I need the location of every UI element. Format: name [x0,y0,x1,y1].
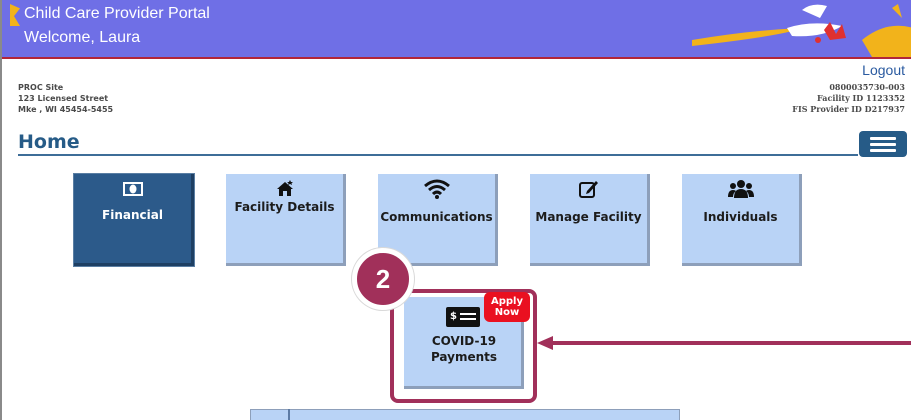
tile-manage-facility[interactable]: Manage Facility [530,174,650,266]
provider-ids: 0800035730-003 Facility ID 1123352 FIS P… [792,82,905,115]
provider-number: 0800035730-003 [829,82,905,92]
badge-line: Now [494,307,520,318]
bottom-panel [250,409,680,420]
apply-now-badge: Apply Now [484,292,530,322]
tile-financial[interactable]: Financial [74,174,194,266]
tile-label: COVID-19 Payments [404,333,524,365]
tile-label: Manage Facility [535,210,642,224]
step-number-badge: 2 [352,248,414,310]
users-icon [727,178,754,200]
banner-artwork [692,4,911,57]
title-divider [18,154,858,156]
tile-label-line: Payments [430,350,498,364]
page-title: Home [18,131,80,153]
provider-address: PROC Site 123 Licensed Street Mke , WI 4… [18,82,113,115]
welcome-text: Welcome, Laura [24,29,141,46]
menu-bar [870,143,896,146]
panel-divider [288,409,290,420]
menu-bar [870,149,896,152]
street-address: 123 Licensed Street [18,94,109,103]
tile-label: Facility Details [234,200,335,214]
page: Child Care Provider Portal Welcome, Laur… [0,0,911,420]
money-icon [120,178,146,200]
city-state-zip: Mke , WI 45454-5455 [18,105,114,114]
tile-label-line: COVID-19 [431,334,497,348]
badge-line: Apply [490,296,523,307]
tile-facility-details[interactable]: Facility Details [226,174,346,266]
edit-icon [576,178,602,200]
wifi-icon [423,178,450,200]
logout-link[interactable]: Logout [862,62,905,78]
flag-icon [10,4,20,26]
tile-label: Individuals [703,210,778,224]
house-icon [272,178,298,200]
menu-bar [870,137,896,140]
cash-payment-icon: $ [446,307,480,327]
tile-label: Financial [102,208,163,222]
fis-provider-id: FIS Provider ID D217937 [792,104,905,114]
dollar-symbol: $ [450,311,457,322]
site-name: PROC Site [18,83,64,92]
header-banner: Child Care Provider Portal Welcome, Laur… [2,0,911,59]
portal-title: Child Care Provider Portal [24,5,210,22]
facility-id: Facility ID 1123352 [817,93,905,103]
hamburger-menu-button[interactable] [859,131,907,157]
pointer-arrow [537,336,911,350]
tile-label: Communications [380,210,493,224]
tile-individuals[interactable]: Individuals [682,174,802,266]
